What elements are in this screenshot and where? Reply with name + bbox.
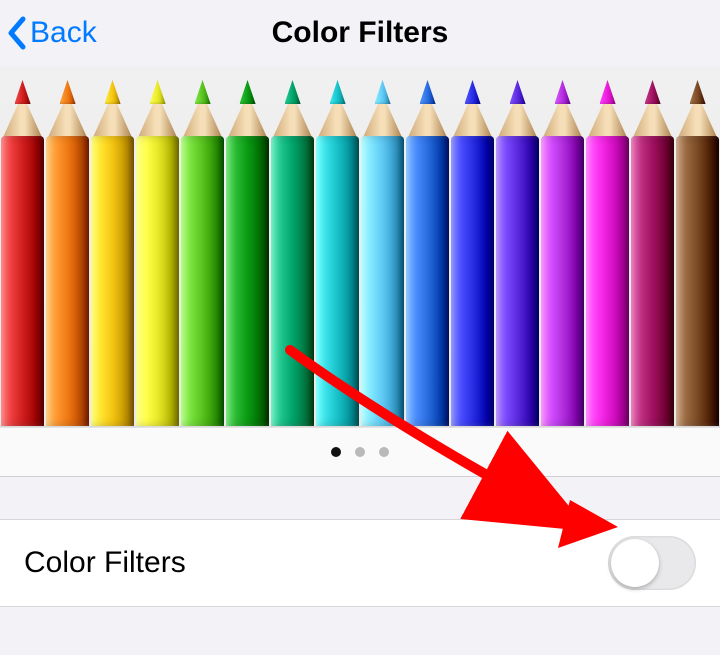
back-button[interactable]: Back <box>6 0 97 66</box>
pencil <box>225 66 270 426</box>
page-dot[interactable] <box>355 447 365 457</box>
pencil <box>360 66 405 426</box>
toggle-knob <box>611 539 659 587</box>
page-indicator[interactable] <box>0 427 720 477</box>
pencil <box>630 66 675 426</box>
pencil <box>585 66 630 426</box>
pencil <box>540 66 585 426</box>
color-filters-toggle[interactable] <box>608 536 696 590</box>
pencil <box>90 66 135 426</box>
pencil <box>450 66 495 426</box>
color-filter-preview[interactable] <box>0 66 720 427</box>
page-dot[interactable] <box>331 447 341 457</box>
color-filters-label: Color Filters <box>24 546 186 580</box>
back-label: Back <box>30 16 97 50</box>
chevron-left-icon <box>6 15 28 51</box>
color-filters-row: Color Filters <box>0 519 720 607</box>
navbar: Back Color Filters <box>0 0 720 66</box>
pencil <box>180 66 225 426</box>
page-dots <box>331 447 389 457</box>
pencil <box>315 66 360 426</box>
pencil-row <box>0 66 720 426</box>
pencil <box>135 66 180 426</box>
pencil <box>270 66 315 426</box>
page-dot[interactable] <box>379 447 389 457</box>
pencil <box>45 66 90 426</box>
page-title: Color Filters <box>272 16 449 50</box>
pencil <box>405 66 450 426</box>
pencil <box>0 66 45 426</box>
pencil <box>495 66 540 426</box>
pencil <box>675 66 720 426</box>
section-spacer <box>0 477 720 519</box>
